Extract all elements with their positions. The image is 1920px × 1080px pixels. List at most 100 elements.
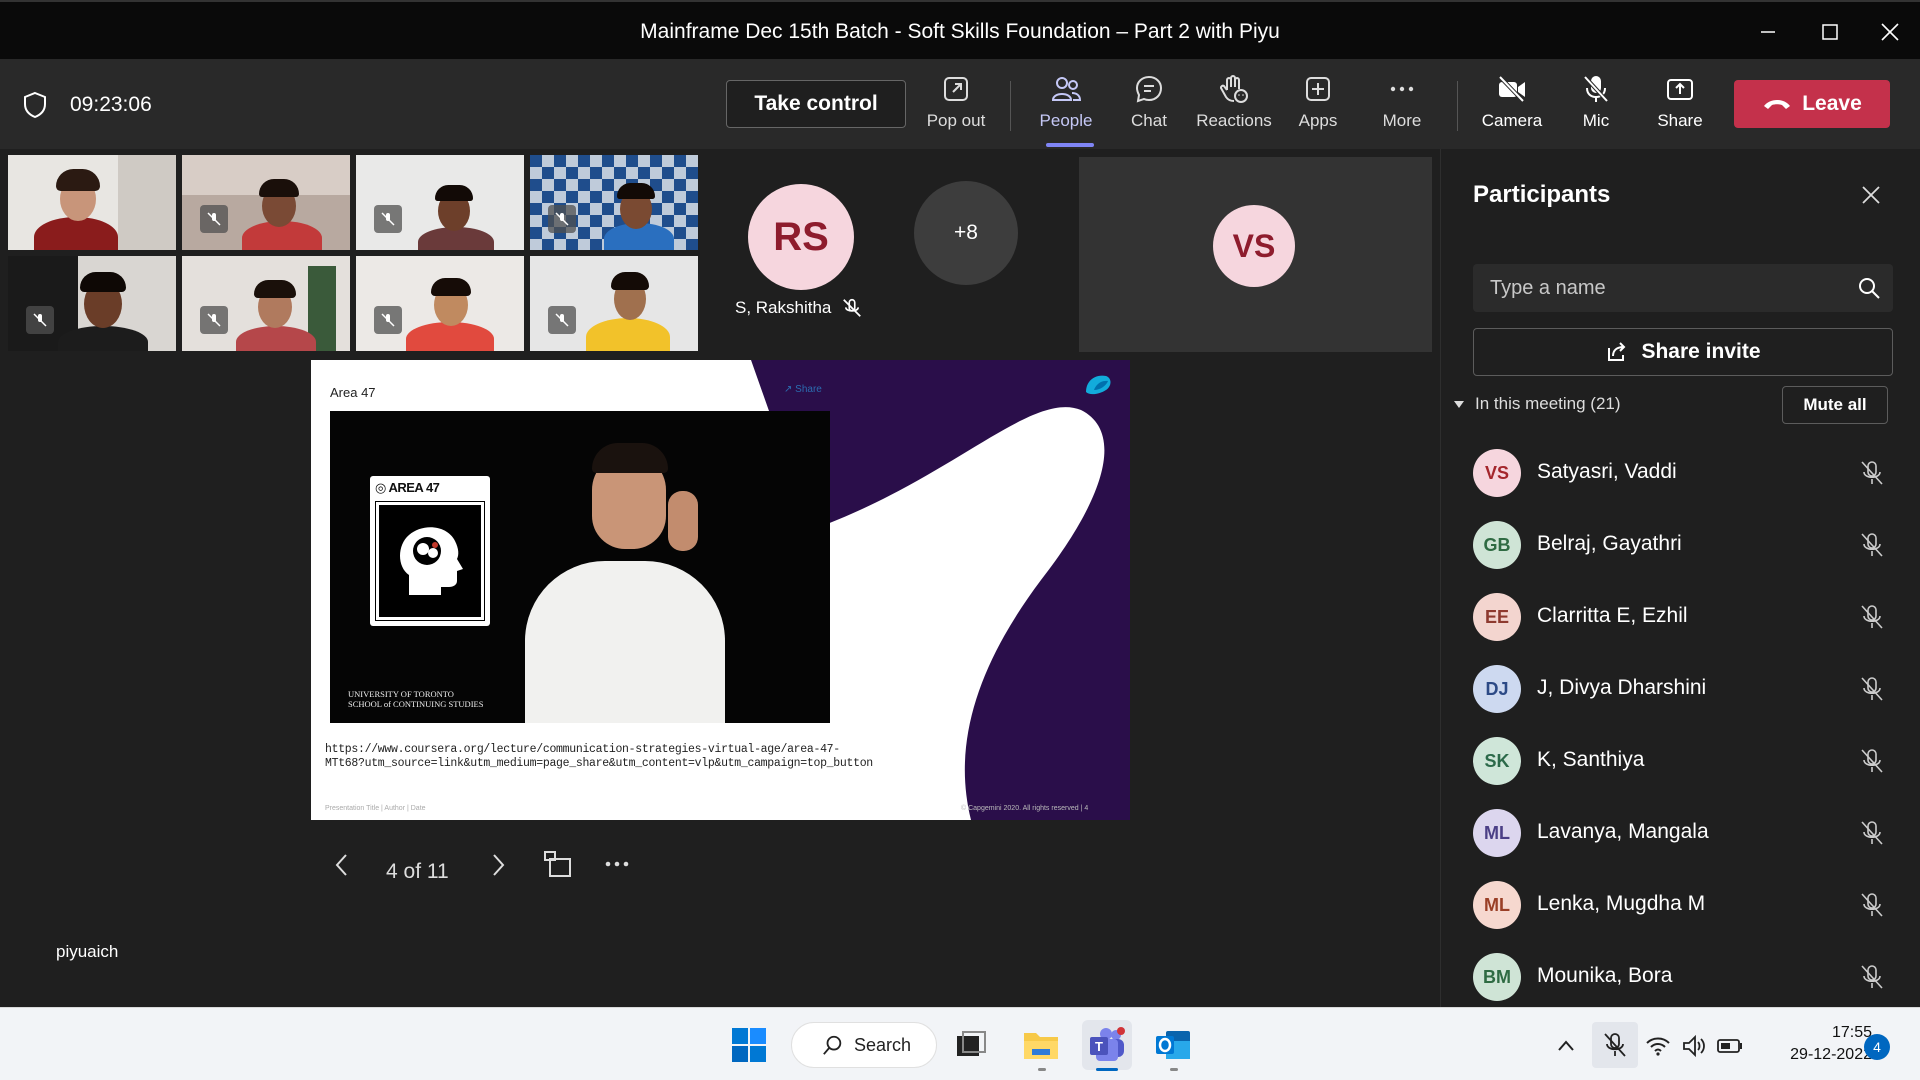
participant-video-tile[interactable] (182, 155, 350, 250)
overflow-participants-button[interactable]: +8 (914, 181, 1018, 285)
participant-video-tile[interactable] (182, 256, 350, 351)
mic-off-icon[interactable] (1858, 963, 1886, 991)
reactions-button[interactable]: Reactions (1194, 73, 1274, 143)
share-invite-button[interactable]: Share invite (1473, 328, 1893, 376)
participant-avatar[interactable]: RS (748, 184, 854, 290)
participant-avatar: VS (1213, 205, 1295, 287)
mic-off-icon[interactable] (1858, 675, 1886, 703)
slide-more-options-button[interactable] (602, 849, 632, 884)
participant-video-tile[interactable] (356, 155, 524, 250)
share-invite-icon (1608, 342, 1626, 361)
leave-button[interactable]: Leave (1734, 80, 1890, 128)
in-meeting-section-toggle[interactable]: In this meeting (21) (1453, 394, 1621, 414)
chat-button[interactable]: Chat (1109, 73, 1189, 143)
close-panel-button[interactable] (1853, 177, 1889, 213)
participant-list-item[interactable]: BM Mounika, Bora (1473, 947, 1893, 1007)
participant-avatar: EE (1473, 593, 1521, 641)
participant-avatar: DJ (1473, 665, 1521, 713)
toolbar-divider (1457, 81, 1458, 131)
hang-up-icon (1764, 100, 1791, 109)
pop-out-button[interactable]: Pop out (916, 73, 996, 143)
apps-button[interactable]: Apps (1278, 73, 1358, 143)
battery-icon[interactable] (1716, 1032, 1744, 1060)
muted-indicator (374, 205, 402, 233)
pop-out-icon (944, 77, 968, 101)
more-button[interactable]: More (1362, 73, 1442, 143)
system-clock[interactable]: 17:55 29-12-2022 (1762, 1022, 1872, 1066)
share-icon (1667, 79, 1693, 100)
muted-indicator (200, 205, 228, 233)
mic-off-icon[interactable] (1858, 891, 1886, 919)
participant-list-item[interactable]: ML Lenka, Mugdha M (1473, 875, 1893, 935)
people-button[interactable]: People (1026, 73, 1106, 147)
share-label: Share (1657, 111, 1703, 130)
share-button[interactable]: Share (1640, 73, 1720, 143)
chevron-right-icon (493, 854, 505, 876)
next-slide-button[interactable] (488, 851, 508, 884)
taskbar-search-button[interactable]: Search (791, 1022, 937, 1068)
mic-off-icon[interactable] (1858, 531, 1886, 559)
task-view-button[interactable] (946, 1020, 996, 1070)
participant-list-item[interactable]: SK K, Santhiya (1473, 731, 1893, 791)
notification-badge[interactable]: 4 (1864, 1034, 1890, 1060)
tray-mic-button[interactable] (1592, 1022, 1638, 1068)
participant-search-input[interactable] (1473, 264, 1853, 312)
participant-video-tile[interactable] (530, 155, 698, 250)
participant-video-tile[interactable] (530, 256, 698, 351)
previous-slide-button[interactable] (332, 851, 352, 884)
mic-off-icon (555, 212, 569, 226)
start-button[interactable] (724, 1020, 774, 1070)
participant-list-item[interactable]: VS Satyasri, Vaddi (1473, 443, 1893, 503)
participant-list-item[interactable]: EE Clarritta E, Ezhil (1473, 587, 1893, 647)
participant-video-tile[interactable]: VS (1079, 157, 1432, 352)
participant-video-tile[interactable] (8, 256, 176, 351)
minimize-button[interactable] (1748, 12, 1788, 52)
participant-name: Lenka, Mugdha M (1537, 892, 1706, 915)
mic-off-icon[interactable] (1858, 747, 1886, 775)
university-line-1: UNIVERSITY OF TORONTO (348, 689, 454, 699)
wifi-icon[interactable] (1644, 1032, 1672, 1060)
more-icon (605, 861, 629, 867)
participant-list-item[interactable]: ML Lavanya, Mangala (1473, 803, 1893, 863)
take-control-button[interactable]: Take control (726, 80, 906, 128)
participant-list-item[interactable]: DJ J, Divya Dharshini (1473, 659, 1893, 719)
mic-off-icon (555, 313, 569, 327)
participant-video-tile[interactable] (8, 155, 176, 250)
mic-off-icon (33, 313, 47, 327)
slide-sorter-button[interactable] (542, 849, 572, 884)
university-line-2: SCHOOL of CONTINUING STUDIES (348, 699, 484, 709)
chevron-down-icon (1454, 401, 1464, 408)
teams-app-button[interactable]: T (1082, 1020, 1132, 1071)
mic-off-icon[interactable] (1858, 459, 1886, 487)
camera-button[interactable]: Camera (1472, 73, 1552, 143)
participant-video-tile[interactable] (356, 256, 524, 351)
mic-off-icon[interactable] (1858, 603, 1886, 631)
camera-label: Camera (1481, 111, 1543, 130)
video-presenter-body (525, 561, 725, 723)
chevron-up-icon[interactable] (1552, 1032, 1580, 1060)
close-window-button[interactable] (1870, 12, 1910, 52)
participant-avatar: SK (1473, 737, 1521, 785)
participant-list-item[interactable]: GB Belraj, Gayathri (1473, 515, 1893, 575)
search-icon[interactable] (1857, 276, 1881, 300)
mic-button[interactable]: Mic (1556, 73, 1636, 143)
maximize-button[interactable] (1810, 12, 1850, 52)
area47-logo-text: ◎ AREA 47 (375, 480, 440, 495)
participant-name: Belraj, Gayathri (1537, 532, 1682, 555)
mic-off-icon[interactable] (1858, 819, 1886, 847)
pop-out-label: Pop out (926, 111, 986, 130)
volume-icon[interactable] (1680, 1032, 1708, 1060)
file-explorer-button[interactable] (1016, 1020, 1066, 1071)
folder-icon (1024, 1033, 1058, 1059)
people-label: People (1039, 111, 1093, 130)
outlook-app-button[interactable] (1148, 1020, 1198, 1071)
mute-all-button[interactable]: Mute all (1782, 386, 1888, 424)
participant-name: J, Divya Dharshini (1537, 676, 1707, 699)
slide-footer-left: Presentation Title | Author | Date (325, 805, 426, 812)
leave-label: Leave (1802, 92, 1862, 115)
windows-logo-icon (732, 1028, 766, 1062)
video-presenter-hand (668, 491, 698, 551)
apps-label: Apps (1298, 111, 1338, 130)
video-presenter-hair (592, 443, 668, 473)
presenter-name: piyuaich (56, 942, 119, 961)
